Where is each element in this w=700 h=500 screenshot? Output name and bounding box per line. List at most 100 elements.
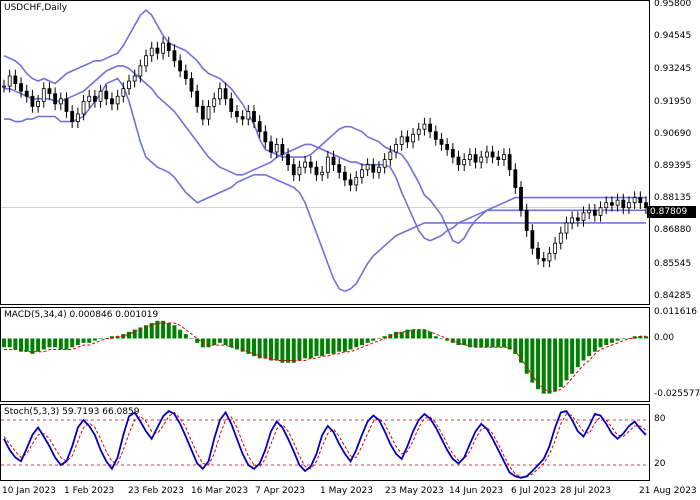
- candle-body: [58, 98, 63, 105]
- macd-bar: [308, 338, 313, 359]
- candle-body: [388, 151, 393, 160]
- candle-body: [337, 164, 342, 173]
- candle-body: [575, 217, 580, 221]
- candle-body: [263, 131, 268, 143]
- macd-bar: [558, 338, 563, 387]
- candle-body: [223, 88, 228, 100]
- macd-bar: [92, 338, 97, 341]
- macd-bar: [547, 338, 552, 394]
- candle-body: [297, 166, 302, 176]
- macd-bar: [609, 338, 614, 343]
- date-axis-tick: 1 Feb 2023: [64, 486, 115, 496]
- macd-bar: [70, 338, 75, 348]
- macd-label: MACD(5,34,4) 0.000846 0.001019: [4, 310, 159, 320]
- candle-body: [246, 111, 251, 120]
- date-axis-tick: 16 Mar 2023: [191, 486, 249, 496]
- macd-bar: [286, 338, 291, 363]
- macd-bar: [337, 338, 342, 352]
- candle-body: [592, 209, 597, 216]
- candle-body: [41, 88, 46, 102]
- price-axis-tick: 0.95800: [654, 0, 692, 10]
- candle-body: [450, 149, 455, 158]
- macd-bar: [206, 338, 211, 348]
- candle-body: [121, 88, 126, 97]
- candle-body: [604, 202, 609, 209]
- candle-body: [217, 88, 222, 100]
- macd-bar: [223, 338, 228, 346]
- stoch-axis-tick: 20: [654, 459, 666, 469]
- macd-bar: [422, 329, 427, 339]
- candle-body: [479, 156, 484, 163]
- macd-bar: [428, 331, 433, 339]
- candle-body: [377, 166, 381, 173]
- candle-body: [485, 151, 489, 158]
- macd-bar: [570, 338, 575, 374]
- current-price-badge: 0.87809: [647, 206, 696, 218]
- macd-bar: [291, 338, 296, 363]
- macd-bar: [257, 338, 262, 359]
- macd-bar: [479, 338, 484, 348]
- macd-bar: [320, 338, 325, 357]
- macd-bar: [331, 338, 336, 354]
- macd-bar: [178, 329, 183, 339]
- macd-bar: [536, 338, 541, 390]
- price-axis-tick: 0.90690: [654, 128, 692, 139]
- macd-bar: [581, 338, 586, 361]
- candle-body: [519, 187, 523, 211]
- date-axis-tick: 7 Apr 2023: [255, 486, 305, 496]
- price-axis-tick: 0.88135: [654, 193, 692, 204]
- chart-canvas: [0, 0, 700, 500]
- candle-body: [93, 95, 97, 102]
- candle-body: [53, 93, 58, 105]
- candle-body: [405, 136, 410, 143]
- macd-bar: [541, 338, 546, 394]
- macd-bar: [501, 338, 506, 348]
- macd-bar: [598, 338, 603, 348]
- candle-body: [235, 111, 239, 117]
- macd-bar: [553, 338, 558, 392]
- candle-body: [360, 169, 364, 178]
- candle-body: [564, 222, 569, 234]
- candle-body: [189, 78, 194, 92]
- macd-bar: [592, 338, 597, 352]
- candle-body: [348, 179, 353, 186]
- candle-body: [354, 176, 359, 186]
- candle-body: [416, 128, 421, 135]
- macd-axis-tick: 0.011616: [654, 306, 697, 317]
- candle-body: [291, 164, 296, 176]
- price-axis-tick: 0.85545: [654, 258, 692, 269]
- candle-body: [104, 90, 109, 100]
- stoch-axis-tick: 80: [654, 414, 666, 424]
- candle-body: [308, 161, 313, 168]
- candle-body: [178, 60, 183, 72]
- date-axis-tick: 1 May 2023: [320, 486, 373, 496]
- candle-body: [570, 217, 575, 224]
- candle-body: [541, 257, 546, 262]
- candle-body: [166, 42, 171, 52]
- candle-body: [530, 230, 535, 249]
- candle-body: [161, 42, 165, 54]
- candle-body: [87, 95, 92, 102]
- macd-bar: [280, 338, 285, 363]
- macd-bar: [53, 338, 58, 348]
- macd-bar: [575, 338, 580, 368]
- candle-body: [269, 141, 273, 153]
- macd-bar: [41, 338, 46, 350]
- macd-bar: [13, 338, 18, 350]
- candle-body: [155, 47, 160, 54]
- date-axis-tick: 6 Jul 2023: [511, 486, 557, 496]
- candle-body: [411, 133, 415, 143]
- candle-body: [399, 136, 404, 145]
- candle-body: [445, 143, 450, 150]
- macd-bar: [47, 338, 52, 348]
- macd-bar: [615, 338, 620, 341]
- candle-body: [183, 70, 188, 79]
- macd-bar: [342, 338, 347, 352]
- chart-title: USDCHF,Daily: [4, 3, 68, 13]
- macd-bar: [365, 338, 370, 343]
- macd-bar: [359, 338, 364, 346]
- macd-bar: [87, 338, 92, 343]
- candle-body: [610, 202, 614, 206]
- candle-body: [422, 123, 427, 130]
- candle-body: [553, 242, 557, 254]
